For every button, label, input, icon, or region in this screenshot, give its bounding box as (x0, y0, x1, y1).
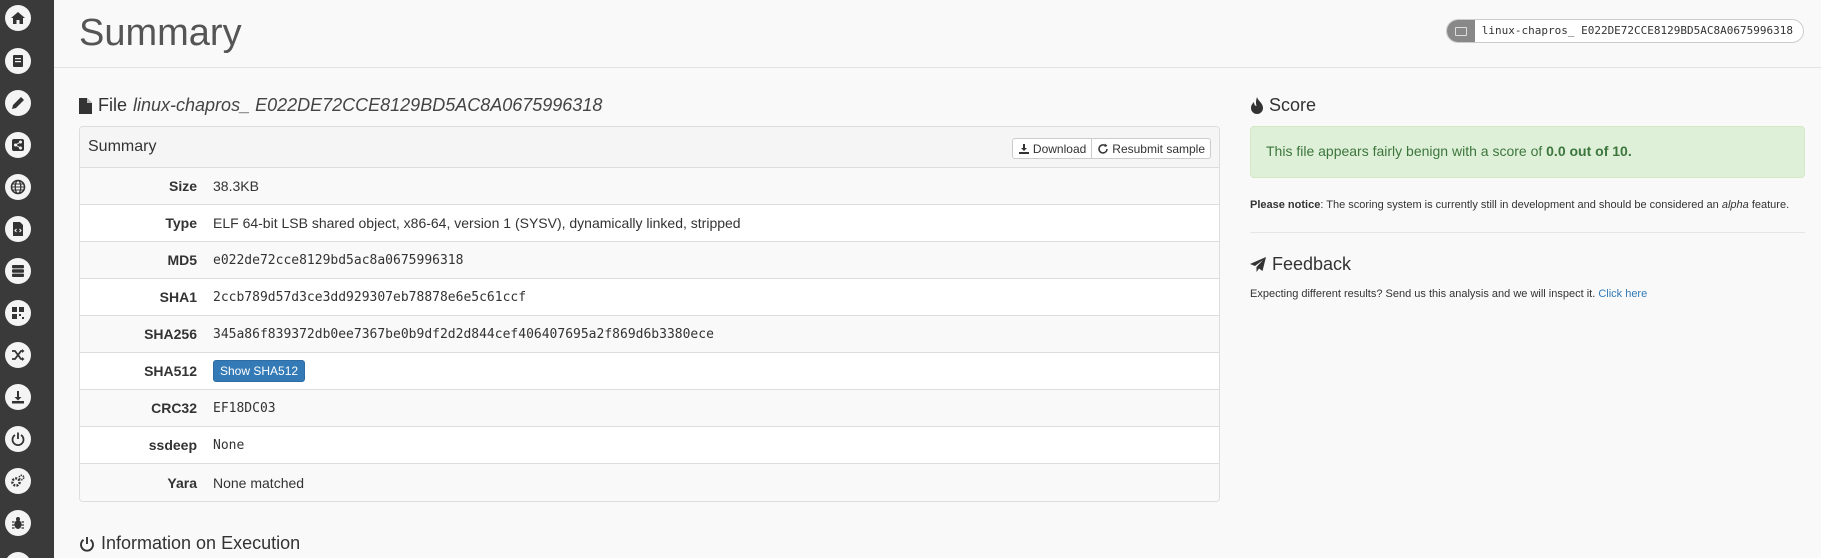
download-icon (12, 391, 24, 404)
sidebar-item-more[interactable] (5, 552, 31, 558)
summary-panel-title: Summary (88, 138, 157, 155)
sidebar-item-process[interactable] (5, 300, 31, 326)
table-row: ssdeep None (80, 427, 1219, 464)
score-value: 0.0 out of 10. (1546, 143, 1632, 159)
file-heading: File linux-chapros_ E022DE72CCE8129BD5AC… (79, 95, 602, 116)
fire-icon (1251, 97, 1263, 114)
sidebar-item-debug[interactable] (5, 510, 31, 536)
score-heading-label: Score (1269, 95, 1317, 115)
summary-table: Size 38.3KB Type ELF 64-bit LSB shared o… (80, 168, 1219, 501)
server-icon (12, 265, 24, 277)
summary-panel: Summary Download Resubmit sample Size 38… (79, 126, 1220, 502)
table-row: CRC32 EF18DC03 (80, 390, 1219, 427)
size-label: Size (168, 178, 197, 194)
download-icon (1018, 143, 1029, 154)
sidebar-item-home[interactable] (5, 5, 31, 31)
table-row: MD5 e022de72cce8129bd5ac8a0675996318 (80, 242, 1219, 279)
feedback-link[interactable]: Click here (1598, 288, 1647, 300)
notice-alpha: alpha (1721, 199, 1749, 211)
resubmit-button[interactable]: Resubmit sample (1092, 138, 1211, 159)
page-title: Summary (79, 12, 242, 54)
sidebar-item-dropped[interactable] (5, 258, 31, 284)
summary-panel-header: Summary Download Resubmit sample (80, 127, 1219, 168)
type-label: Type (165, 215, 197, 231)
sidebar-item-settings[interactable] (5, 468, 31, 494)
ssdeep-value: None (213, 437, 245, 453)
sidebar-item-static[interactable] (5, 216, 31, 242)
monitor-icon (1446, 20, 1475, 42)
paper-plane-icon (1250, 256, 1266, 272)
table-row: SHA1 2ccb789d57d3ce3dd929307eb78878e6e5c… (80, 279, 1219, 316)
file-heading-label: File (98, 95, 128, 115)
table-row: Yara None matched (80, 464, 1219, 501)
ssdeep-label: ssdeep (148, 437, 197, 453)
qrcode-icon (12, 307, 24, 319)
home-icon (11, 12, 25, 24)
globe-icon (10, 179, 26, 195)
execution-heading: Information on Execution (79, 533, 300, 554)
file-name: linux-chapros_ E022DE72CCE8129BD5AC8A067… (133, 95, 603, 115)
divider (1250, 232, 1805, 233)
feedback-heading-label: Feedback (1272, 254, 1352, 274)
sidebar-item-compare[interactable] (5, 342, 31, 368)
power-icon (80, 536, 94, 552)
share-icon (12, 139, 24, 151)
type-value: ELF 64-bit LSB shared object, x86-64, ve… (213, 215, 741, 231)
refresh-icon (1098, 143, 1109, 154)
power-icon (11, 432, 25, 446)
score-message: This file appears fairly benign with a s… (1266, 143, 1547, 159)
sidebar-item-share[interactable] (5, 132, 31, 158)
table-row: Size 38.3KB (80, 168, 1219, 205)
download-label: Download (1032, 141, 1087, 156)
crc32-value: EF18DC03 (213, 400, 276, 416)
score-alert: This file appears fairly benign with a s… (1250, 126, 1805, 178)
sidebar-item-edit[interactable] (5, 90, 31, 116)
sha1-label: SHA1 (159, 289, 197, 305)
cogs-icon (11, 474, 25, 487)
sidebar-item-network[interactable] (5, 174, 31, 200)
sidebar-item-book[interactable] (5, 48, 31, 74)
sidebar-item-export[interactable] (5, 384, 31, 410)
pencil-icon (12, 97, 24, 109)
notice-label: Please notice (1250, 199, 1321, 211)
size-value: 38.3KB (213, 178, 259, 194)
summary-actions: Download Resubmit sample (1011, 138, 1211, 159)
book-icon (13, 55, 23, 67)
sha512-label: SHA512 (144, 363, 197, 379)
code-file-icon (13, 222, 23, 236)
sidebar (0, 0, 54, 558)
crc32-label: CRC32 (151, 400, 197, 416)
score-notice: Please notice: The scoring system is cur… (1250, 199, 1789, 211)
task-selector[interactable]: linux-chapros_ E022DE72CCE8129BD5AC8A067… (1445, 19, 1804, 43)
download-button[interactable]: Download (1011, 138, 1093, 159)
notice-text: : The scoring system is currently still … (1320, 199, 1722, 211)
show-sha512-button[interactable]: Show SHA512 (213, 360, 306, 382)
page-header: Summary linux-chapros_ E022DE72CCE8129BD… (54, 0, 1821, 68)
shuffle-icon (12, 349, 25, 361)
feedback-heading: Feedback (1250, 254, 1351, 275)
table-row: SHA256 345a86f839372db0ee7367be0b9df2d2d… (80, 316, 1219, 353)
table-row: Type ELF 64-bit LSB shared object, x86-6… (80, 205, 1219, 242)
resubmit-label: Resubmit sample (1112, 141, 1205, 156)
notice-end: feature. (1748, 199, 1790, 211)
sha256-label: SHA256 (144, 326, 197, 342)
sha1-value: 2ccb789d57d3ce3dd929307eb78878e6e5c61ccf (213, 289, 527, 305)
sha256-value: 345a86f839372db0ee7367be0b9df2d2d844cef4… (213, 326, 714, 342)
bug-icon (12, 517, 24, 529)
execution-heading-label: Information on Execution (101, 533, 301, 553)
md5-value: e022de72cce8129bd5ac8a0675996318 (213, 252, 464, 268)
task-label: linux-chapros_ E022DE72CCE8129BD5AC8A067… (1481, 24, 1793, 37)
feedback-text: Expecting different results? Send us thi… (1250, 288, 1647, 300)
yara-label: Yara (167, 474, 197, 491)
feedback-message: Expecting different results? Send us thi… (1250, 288, 1599, 300)
sha512-value: Show SHA512 (213, 360, 306, 382)
sidebar-item-power[interactable] (5, 426, 31, 452)
md5-label: MD5 (167, 252, 197, 268)
yara-value: None matched (213, 474, 305, 491)
file-icon (79, 97, 92, 114)
table-row: SHA512 Show SHA512 (80, 353, 1219, 390)
score-heading: Score (1250, 95, 1316, 116)
